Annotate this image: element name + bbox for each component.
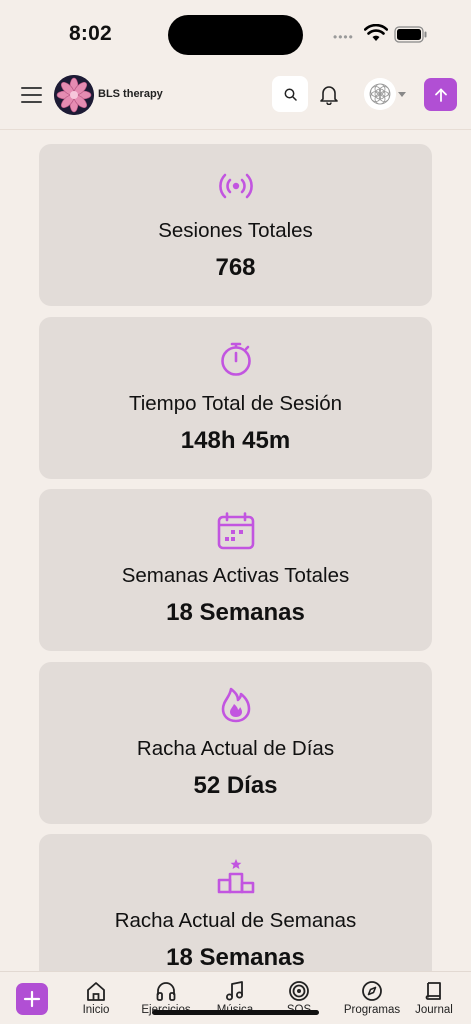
headphones-icon bbox=[156, 982, 176, 1001]
nav-item-journal[interactable]: Journal bbox=[401, 980, 467, 1016]
stat-value: 18 Semanas bbox=[166, 599, 305, 626]
compass-icon bbox=[362, 981, 382, 1001]
logo-icon bbox=[54, 75, 94, 115]
add-button[interactable] bbox=[16, 983, 48, 1015]
stat-title: Racha Actual de Días bbox=[136, 736, 335, 760]
nav-item-programas[interactable]: Programas bbox=[337, 980, 407, 1016]
stat-card-day-streak: Racha Actual de Días 52 Días bbox=[39, 661, 432, 824]
music-icon bbox=[226, 981, 243, 1001]
hamburger-menu-icon[interactable] bbox=[21, 87, 42, 103]
home-icon bbox=[87, 982, 105, 1001]
target-icon bbox=[289, 981, 309, 1001]
stat-title: Racha Actual de Semanas bbox=[114, 909, 357, 932]
stat-title: Tiempo Total de Sesión bbox=[128, 391, 343, 415]
nav-label: Programas bbox=[343, 1004, 401, 1016]
stat-card-total-time: Tiempo Total de Sesión 148h 45m bbox=[39, 316, 432, 479]
status-bar: 8:02 •••• bbox=[0, 0, 471, 62]
brand-name: BLS therapy bbox=[98, 88, 163, 100]
nav-item-inicio[interactable]: Inicio bbox=[61, 980, 131, 1016]
stat-value: 18 Semanas bbox=[166, 944, 305, 971]
book-icon bbox=[425, 982, 441, 1000]
stat-title: Semanas Activas Totales bbox=[121, 564, 350, 587]
wifi-icon bbox=[364, 24, 388, 41]
arrow-up-icon bbox=[434, 88, 447, 102]
nav-label: Journal bbox=[415, 1004, 453, 1016]
bell-icon[interactable] bbox=[318, 83, 340, 105]
podium-icon bbox=[217, 859, 254, 894]
avatar[interactable] bbox=[364, 78, 396, 110]
stat-title: Sesiones Totales bbox=[158, 219, 313, 242]
stat-value: 768 bbox=[215, 254, 256, 281]
stat-value: 52 Días bbox=[193, 771, 278, 799]
broadcast-icon bbox=[218, 173, 253, 199]
signal-dots: •••• bbox=[333, 30, 354, 44]
calendar-icon bbox=[217, 512, 254, 550]
stopwatch-icon bbox=[220, 342, 251, 376]
upload-button[interactable] bbox=[424, 78, 457, 111]
battery-icon bbox=[394, 26, 427, 43]
search-button[interactable] bbox=[272, 76, 308, 112]
stats-list: Sesiones Totales 768 Tiempo Total de Ses… bbox=[39, 144, 432, 1007]
status-time: 8:02 bbox=[69, 22, 112, 45]
search-icon bbox=[284, 88, 297, 101]
nav-label: Inicio bbox=[82, 1004, 110, 1016]
flame-icon bbox=[221, 687, 250, 722]
stat-card-total-sessions: Sesiones Totales 768 bbox=[39, 144, 432, 306]
chevron-down-icon[interactable] bbox=[398, 92, 406, 97]
plus-icon bbox=[23, 990, 41, 1008]
stat-value: 148h 45m bbox=[180, 426, 291, 454]
bottom-nav: Inicio Ejercicios Música SOS Programas bbox=[0, 971, 471, 1024]
home-indicator bbox=[152, 1010, 319, 1015]
app-header: BLS therapy bbox=[0, 62, 471, 130]
stat-card-active-weeks: Semanas Activas Totales 18 Semanas bbox=[39, 489, 432, 651]
dynamic-island bbox=[168, 15, 303, 55]
